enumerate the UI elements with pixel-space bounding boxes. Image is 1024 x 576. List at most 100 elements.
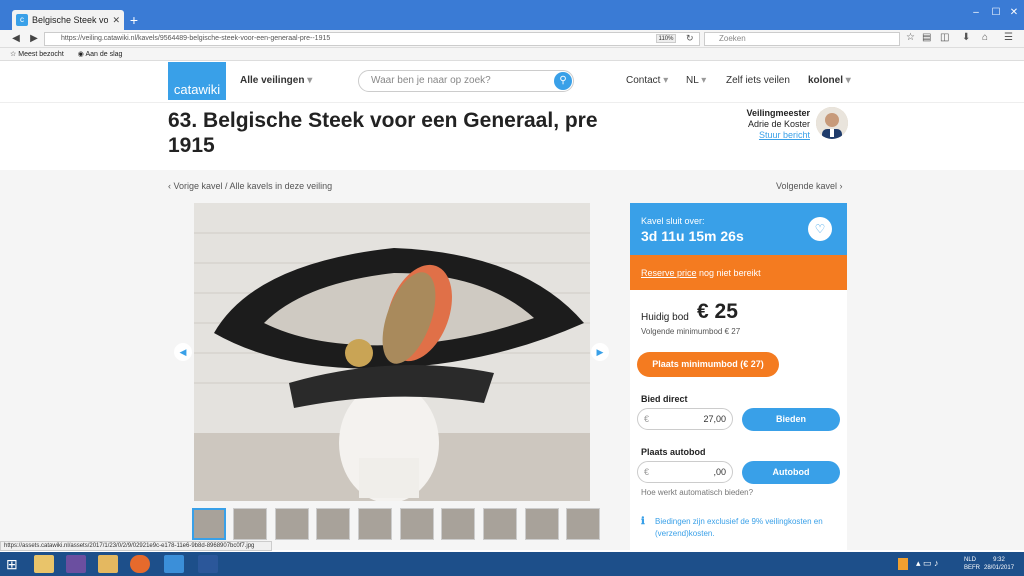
file-explorer-icon[interactable]: [34, 555, 54, 573]
autobid-input[interactable]: € ,00: [637, 461, 733, 483]
image-thumbnail[interactable]: [566, 508, 600, 540]
bid-button[interactable]: Bieden: [742, 408, 840, 431]
paint-app-icon[interactable]: [66, 555, 86, 573]
lang-secondary: BEFR: [964, 565, 981, 571]
user-menu[interactable]: kolonel ▾: [808, 75, 851, 86]
clock-date: 28/01/2017: [984, 565, 1015, 571]
windows-start-icon[interactable]: ⊞: [6, 556, 18, 573]
page-title: 63. Belgische Steek voor een Generaal, p…: [168, 109, 598, 157]
pocket-icon[interactable]: ◫: [940, 32, 949, 43]
avatar: [816, 107, 848, 139]
catawiki-favicon-icon: c: [16, 14, 28, 26]
prev-lot-link[interactable]: ‹ Vorige kavel: [168, 181, 223, 191]
address-bar[interactable]: https://veiling.catawiki.nl/kavels/95644…: [44, 32, 700, 46]
countdown-timer: 3d 11u 15m 26s: [641, 228, 744, 244]
notification-app-icon[interactable]: [898, 558, 908, 570]
all-lots-link[interactable]: Alle kavels in deze veiling: [230, 181, 333, 191]
minimize-icon[interactable]: –: [966, 6, 986, 20]
contact-menu[interactable]: Contact ▾: [626, 75, 668, 86]
tray-icons[interactable]: ▴ ▭ ♪: [916, 558, 939, 569]
bookmark-getting-started[interactable]: ◉ Aan de slag: [78, 50, 123, 58]
word-icon[interactable]: [198, 555, 218, 573]
auctioneer-name: Adrie de Koster: [747, 119, 810, 129]
breadcrumb-separator: /: [222, 181, 230, 191]
close-window-icon[interactable]: ✕: [1004, 6, 1024, 20]
favorite-heart-icon[interactable]: ♡: [808, 217, 832, 241]
forward-icon[interactable]: ▶: [26, 32, 42, 46]
current-bid-value: € 25: [697, 300, 738, 323]
bookmarks-bar: [0, 48, 1024, 61]
euro-sign: €: [644, 467, 650, 477]
next-lot-link[interactable]: Volgende kavel ›: [776, 181, 843, 191]
browser-search-input[interactable]: Zoeken: [704, 32, 900, 46]
send-message-link[interactable]: Stuur bericht: [700, 130, 810, 141]
sell-link[interactable]: Zelf iets veilen: [726, 75, 790, 86]
folder-icon[interactable]: [98, 555, 118, 573]
image-thumbnail[interactable]: [525, 508, 559, 540]
browser-tab[interactable]: c Belgische Steek voor een ... ✕: [12, 10, 124, 30]
windows-taskbar: [0, 552, 1024, 576]
direct-bid-input[interactable]: €27,00: [637, 408, 733, 430]
edge-icon[interactable]: [164, 555, 184, 573]
back-icon[interactable]: ◀: [8, 32, 24, 46]
close-tab-icon[interactable]: ✕: [112, 15, 120, 26]
direct-bid-value: 27,00: [703, 414, 726, 424]
chevron-down-icon: ▾: [698, 75, 707, 86]
min-next-bid-text: Volgende minimumbod € 27: [641, 327, 741, 336]
lot-main-image[interactable]: [194, 203, 590, 501]
breadcrumb: ‹ Vorige kavel / Alle kavels in deze vei…: [168, 181, 332, 191]
direct-bid-label: Bied direct: [641, 394, 688, 404]
maximize-icon[interactable]: ☐: [986, 6, 1006, 20]
menu-icon[interactable]: ☰: [1004, 32, 1013, 43]
new-tab-button[interactable]: +: [126, 12, 142, 28]
image-thumbnail[interactable]: [275, 508, 309, 540]
autobid-label: Plaats autobod: [641, 447, 706, 457]
clock[interactable]: 9:32 28/01/2017: [984, 556, 1014, 572]
download-icon[interactable]: ⬇: [962, 32, 970, 43]
image-thumbnail[interactable]: [192, 508, 226, 540]
lang-primary: NLD: [964, 557, 977, 563]
zoom-level[interactable]: 110%: [656, 34, 676, 43]
fees-notice: Biedingen zijn exclusief de 9% veilingko…: [655, 517, 823, 538]
reserve-price-link[interactable]: Reserve price: [641, 268, 697, 278]
autobid-value: ,00: [713, 467, 726, 477]
current-bid-label: Huidig bod: [641, 312, 689, 323]
search-icon[interactable]: ⚲: [554, 72, 572, 90]
clock-time: 9:32: [993, 557, 1005, 563]
prev-image-arrow-icon[interactable]: ◀: [174, 343, 192, 361]
chevron-down-icon: ▾: [843, 75, 851, 86]
autobid-help-link[interactable]: Hoe werkt automatisch bieden?: [641, 488, 753, 497]
site-search-input[interactable]: Waar ben je naar op zoek?: [358, 70, 574, 92]
firefox-taskbar-icon[interactable]: [130, 555, 150, 573]
reading-list-icon[interactable]: ▤: [922, 32, 931, 43]
reserve-status: nog niet bereikt: [696, 268, 761, 278]
place-min-bid-button[interactable]: Plaats minimumbod (€ 27): [637, 352, 779, 377]
countdown-box: Kavel sluit over: 3d 11u 15m 26s ♡: [630, 203, 847, 255]
reload-icon[interactable]: ↻: [686, 33, 694, 44]
all-auctions-menu[interactable]: Alle veilingen ▾: [240, 75, 312, 86]
closes-label: Kavel sluit over:: [641, 216, 705, 226]
image-thumbnail[interactable]: [358, 508, 392, 540]
bookmark-most-visited[interactable]: ☆ Meest bezocht: [10, 50, 64, 58]
language-indicator[interactable]: NLD BEFR: [964, 556, 980, 572]
home-icon[interactable]: ⌂: [982, 32, 988, 43]
image-thumbnail[interactable]: [483, 508, 517, 540]
chevron-down-icon: ▾: [660, 75, 669, 86]
autobid-button[interactable]: Autobod: [742, 461, 840, 484]
catawiki-logo[interactable]: catawiki: [168, 62, 226, 100]
auctioneer-info: Veilingmeester Adrie de Koster Stuur ber…: [700, 108, 810, 141]
image-thumbnail[interactable]: [400, 508, 434, 540]
reserve-banner: Reserve price nog niet bereikt: [630, 255, 847, 290]
image-thumbnail[interactable]: [441, 508, 475, 540]
bookmark-icon: ☆: [10, 51, 19, 58]
next-image-arrow-icon[interactable]: ▶: [591, 343, 609, 361]
bookmark-star-icon[interactable]: ☆: [906, 32, 915, 43]
image-thumbnail[interactable]: [316, 508, 350, 540]
chevron-down-icon: ▾: [304, 75, 313, 86]
browser-titlebar: [0, 0, 1024, 30]
euro-sign: €: [644, 414, 650, 424]
language-menu[interactable]: NL ▾: [686, 75, 706, 86]
auctioneer-label: Veilingmeester: [746, 108, 810, 118]
image-thumbnail[interactable]: [233, 508, 267, 540]
info-icon: ℹ: [641, 516, 645, 527]
